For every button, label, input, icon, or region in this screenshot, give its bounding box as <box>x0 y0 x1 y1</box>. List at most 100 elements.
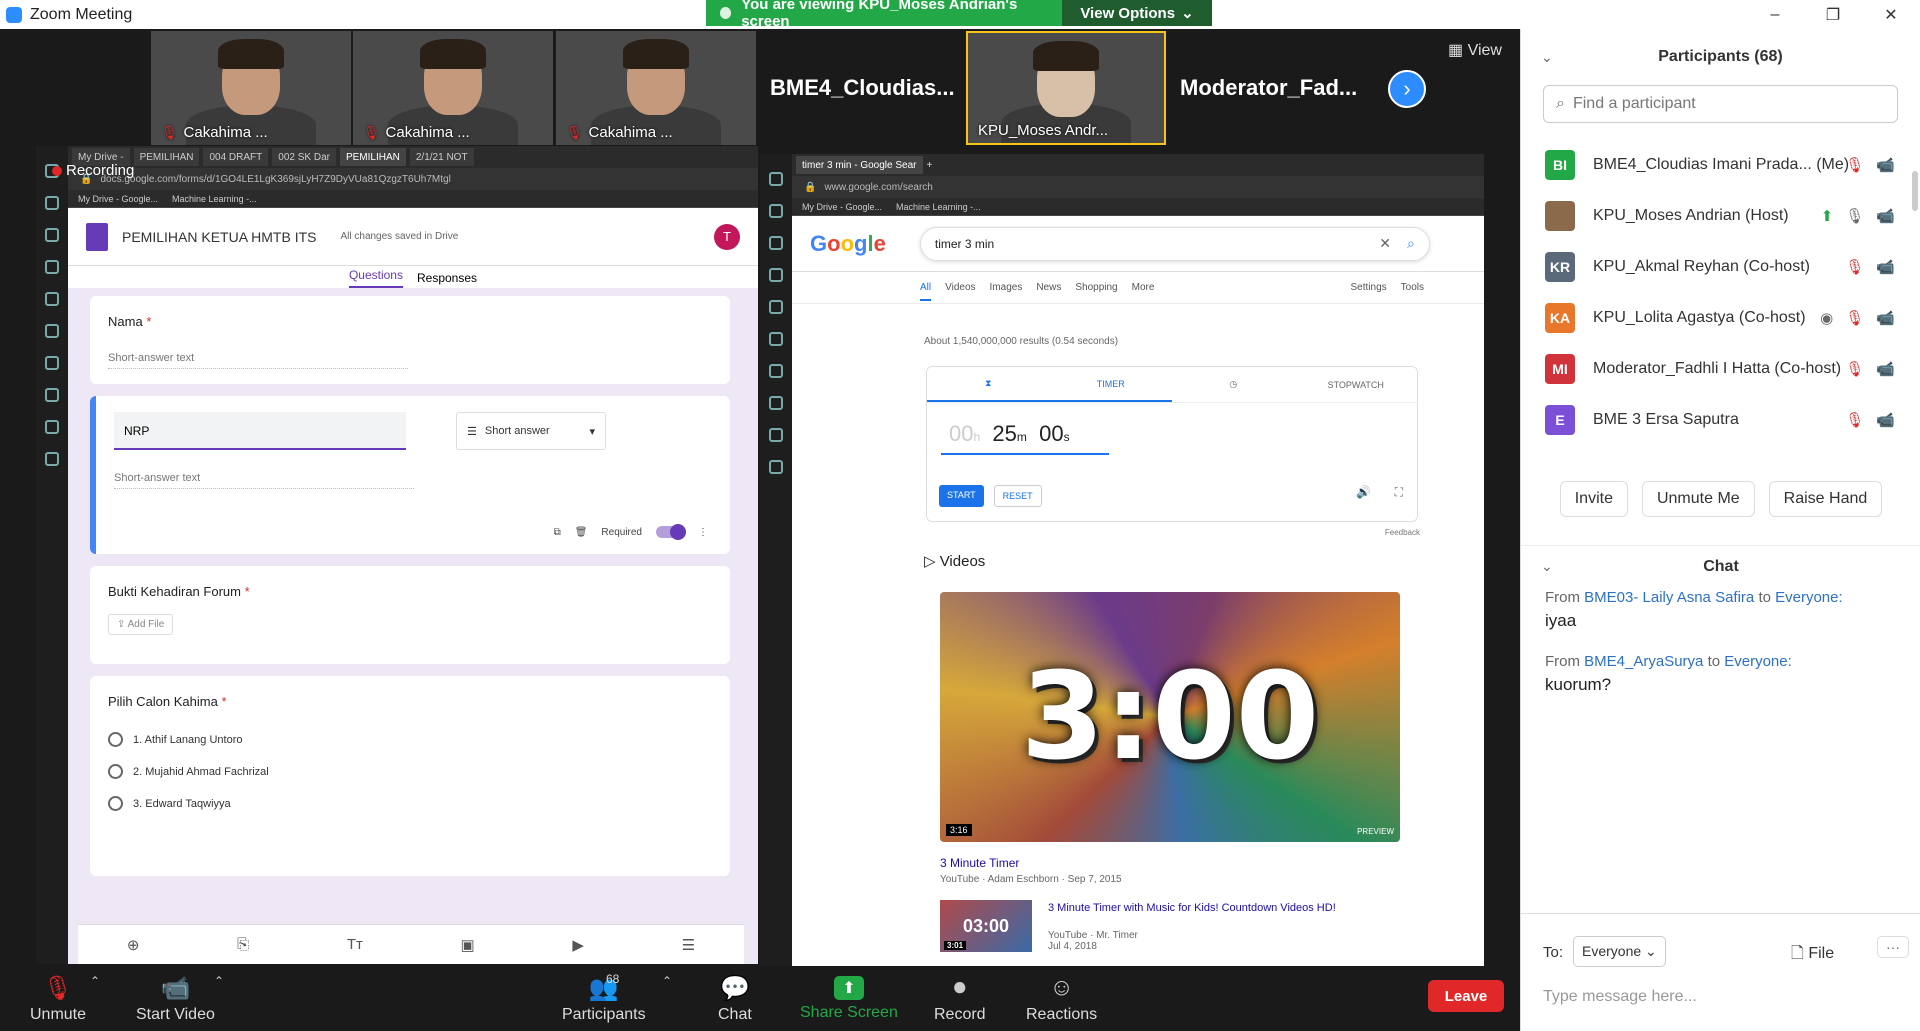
chat-target[interactable]: Everyone: <box>1775 589 1843 606</box>
recipient-select[interactable]: Everyone ⌄ <box>1573 936 1666 967</box>
add-question-icon[interactable]: ⊕ <box>127 936 140 954</box>
raise-hand-button[interactable]: Raise Hand <box>1768 481 1883 517</box>
chevron-up-icon[interactable]: ⌃ <box>662 974 672 988</box>
more-icon[interactable]: ··· <box>1877 936 1909 958</box>
view-button[interactable]: ▦ View <box>1448 40 1502 60</box>
chat-target[interactable]: Everyone: <box>1724 653 1792 670</box>
participant-row[interactable]: E BME 3 Ersa Saputra 🎙 📹 <box>1521 394 1920 443</box>
question-card[interactable]: Nama * Short-answer text <box>90 296 730 384</box>
chat-sender[interactable]: BME4_AryaSurya <box>1584 653 1703 670</box>
radio-option[interactable]: 1. Athif Lanang Untoro <box>108 732 242 747</box>
next-page-button[interactable]: › <box>1388 70 1426 108</box>
question-card[interactable]: Bukti Kehadiran Forum * ⇪ Add File <box>90 566 730 664</box>
participants-button[interactable]: 👥 68 Participants <box>562 972 646 1024</box>
participant-row[interactable]: KR KPU_Akmal Reyhan (Co-host) 🎙 📹 <box>1521 241 1920 292</box>
view-options-button[interactable]: View Options ⌄ <box>1062 0 1212 26</box>
name-tile[interactable]: BME4_Cloudias... <box>770 31 970 145</box>
required-toggle[interactable] <box>656 524 686 540</box>
name-tile[interactable]: Moderator_Fad... <box>1180 31 1380 145</box>
sidebar-icon[interactable] <box>45 196 59 210</box>
sidebar-icon[interactable] <box>45 356 59 370</box>
browser-tab-active[interactable]: timer 3 min - Google Sear <box>796 156 923 174</box>
tab-questions[interactable]: Questions <box>348 268 403 289</box>
participant-search[interactable]: ⌕ Find a participant <box>1543 85 1898 123</box>
participant-scrollbar[interactable] <box>1912 171 1918 211</box>
radio-option[interactable]: 2. Mujahid Ahmad Fachrizal <box>108 764 269 779</box>
close-button[interactable]: ✕ <box>1862 0 1920 29</box>
sidebar-icon[interactable] <box>45 260 59 274</box>
sidebar-icon[interactable] <box>769 268 783 282</box>
sidebar-icon[interactable] <box>769 236 783 250</box>
chevron-up-icon[interactable]: ⌃ <box>90 974 100 988</box>
sidebar-icon[interactable] <box>45 324 59 338</box>
import-questions-icon[interactable]: ⎘ <box>237 936 249 953</box>
minimize-button[interactable]: – <box>1746 0 1804 29</box>
sidebar-icon[interactable] <box>45 228 59 242</box>
address-bar[interactable]: 🔒 www.google.com/search <box>792 176 1484 198</box>
nav-videos[interactable]: Videos <box>945 282 975 293</box>
radio-option[interactable]: 3. Edward Taqwiyya <box>108 796 231 811</box>
sidebar-icon[interactable] <box>45 388 59 402</box>
timer-input[interactable]: 00h 25m 00s <box>941 421 1109 455</box>
sidebar-icon[interactable] <box>769 332 783 346</box>
add-title-icon[interactable]: Tт <box>347 936 363 953</box>
video-title[interactable]: 3 Minute Timer <box>940 856 1019 870</box>
add-video-icon[interactable]: ▶ <box>572 936 584 954</box>
avatar[interactable]: T <box>714 223 740 250</box>
copy-icon[interactable]: ⧉ <box>554 527 561 538</box>
radio-circle[interactable] <box>108 796 123 811</box>
question-input[interactable]: NRP <box>114 412 406 450</box>
bookmark-item[interactable]: My Drive - Google... <box>802 202 882 212</box>
video-thumbnail[interactable]: 3:00 3:16 PREVIEW <box>940 592 1400 842</box>
chat-button[interactable]: 💬 Chat <box>718 974 752 1024</box>
browser-tab-active[interactable]: PEMILIHAN <box>339 148 406 166</box>
leave-button[interactable]: Leave <box>1428 980 1504 1012</box>
nav-shopping[interactable]: Shopping <box>1075 282 1117 293</box>
more-vert-icon[interactable]: ⋮ <box>698 527 708 538</box>
question-card-active[interactable]: NRP ☰ Short answer ▾ Short-answer text ⧉ 🗑 R… <box>90 396 730 554</box>
participant-row[interactable]: KA KPU_Lolita Agastya (Co-host) ◉ 🎙 📹 <box>1521 292 1920 343</box>
nav-tools[interactable]: Tools <box>1401 282 1424 293</box>
browser-tab[interactable]: 004 DRAFT <box>203 148 269 166</box>
question-card[interactable]: Pilih Calon Kahima * 1. Athif Lanang Unt… <box>90 676 730 876</box>
trash-icon[interactable]: 🗑 <box>575 527 588 538</box>
browser-tab[interactable]: 2/1/21 NOT <box>409 148 474 166</box>
file-button[interactable]: 🗋 File <box>1791 942 1834 969</box>
sound-icon[interactable]: 🔊 <box>1356 485 1371 499</box>
nav-news[interactable]: News <box>1036 282 1061 293</box>
browser-tab[interactable]: 002 SK Dar <box>272 148 336 166</box>
form-title[interactable]: PEMILIHAN KETUA HMTB ITS <box>122 229 316 245</box>
video-tile[interactable]: 🎙 Cakahima ... <box>556 31 756 145</box>
maximize-button[interactable]: ❐ <box>1804 0 1862 29</box>
tab-stopwatch[interactable]: ◷ STOPWATCH <box>1172 367 1417 402</box>
sidebar-icon[interactable] <box>769 300 783 314</box>
participant-row[interactable]: MI Moderator_Fadhli I Hatta (Co-host) 🎙 📹 <box>1521 343 1920 394</box>
video-tile[interactable]: 🎙 Cakahima ... <box>151 31 351 145</box>
tab-responses[interactable]: Responses <box>417 271 477 289</box>
participant-row[interactable]: KPU_Moses Andrian (Host) ⬆ 🎙 📹 <box>1521 190 1920 241</box>
sidebar-icon[interactable] <box>769 428 783 442</box>
chevron-up-icon[interactable]: ⌃ <box>214 974 224 988</box>
invite-button[interactable]: Invite <box>1559 481 1628 517</box>
search-icon[interactable]: ⌕ <box>1407 235 1415 252</box>
sidebar-icon[interactable] <box>769 204 783 218</box>
share-screen-button[interactable]: ⬆ Share Screen <box>800 975 898 1022</box>
chevron-down-icon[interactable]: ⌄ <box>1541 558 1553 575</box>
record-button[interactable]: ⏺ Record <box>934 974 986 1024</box>
search-input[interactable]: timer 3 min ✕ ⌕ <box>919 226 1430 261</box>
sidebar-icon[interactable] <box>45 292 59 306</box>
participant-row[interactable]: BI BME4_Cloudias Imani Prada... (Me) 🎙 📹 <box>1521 139 1920 190</box>
unmute-me-button[interactable]: Unmute Me <box>1641 481 1755 517</box>
new-tab-icon[interactable]: + <box>927 160 933 171</box>
video-title[interactable]: 3 Minute Timer with Music for Kids! Coun… <box>1048 902 1336 914</box>
radio-circle[interactable] <box>108 732 123 747</box>
unmute-button[interactable]: 🎙 Unmute <box>30 974 86 1024</box>
clear-icon[interactable]: ✕ <box>1379 235 1391 252</box>
reactions-button[interactable]: ☺ Reactions <box>1026 974 1097 1024</box>
radio-circle[interactable] <box>108 764 123 779</box>
sidebar-icon[interactable] <box>769 364 783 378</box>
address-bar[interactable]: 🔒 docs.google.com/forms/d/1GO4LE1LgK369sj… <box>68 168 758 190</box>
sidebar-icon[interactable] <box>45 452 59 466</box>
google-logo[interactable]: Google <box>810 231 886 257</box>
tab-timer[interactable]: ⧗ TIMER <box>927 367 1172 402</box>
